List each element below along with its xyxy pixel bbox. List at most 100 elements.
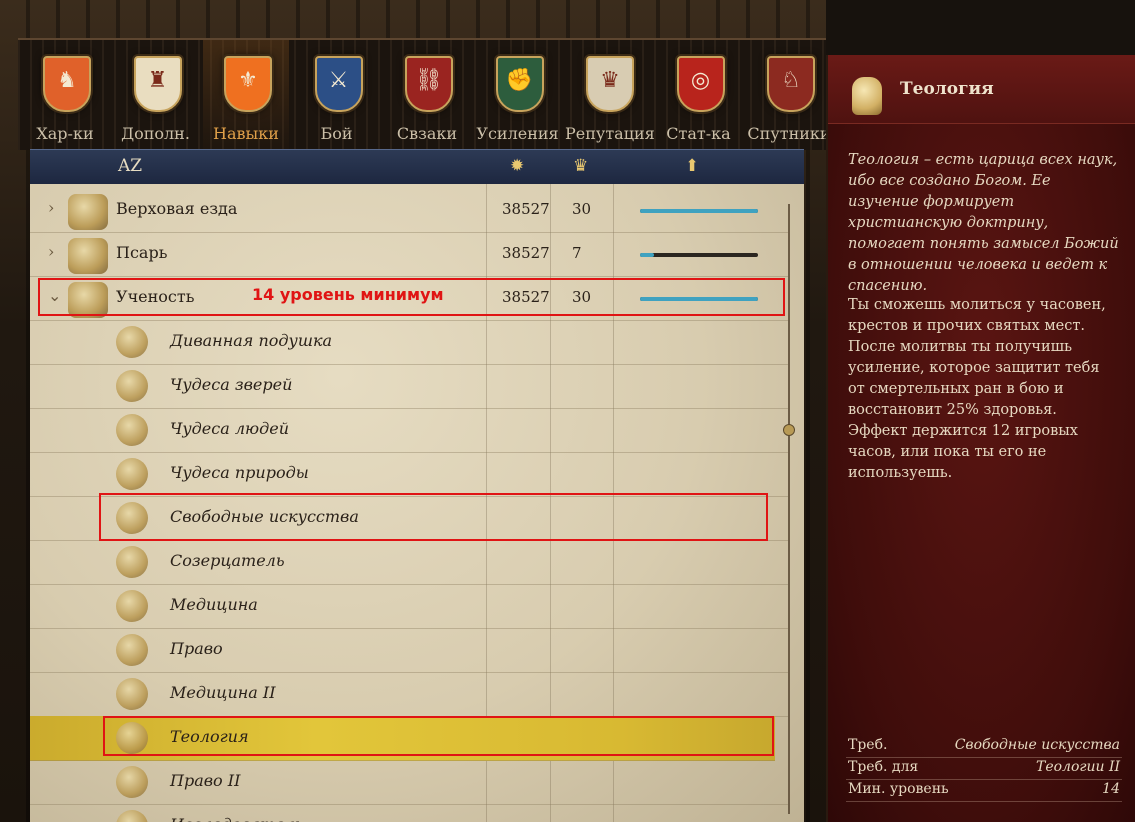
fist-crest-icon: ✊ (495, 56, 544, 112)
requirement-value: 14 (1102, 781, 1120, 797)
scrollbar-thumb[interactable] (783, 424, 795, 436)
perk-row[interactable]: Диванная подушка (30, 320, 790, 365)
crest-glyph: ⚔ (328, 68, 349, 93)
tab-label: Навыки (213, 124, 279, 143)
chevron-right-icon[interactable]: › (48, 242, 54, 261)
requirement-key: Мин. уровень (848, 781, 949, 797)
perk-icon (116, 590, 148, 622)
chevron-right-icon[interactable]: › (48, 198, 54, 217)
skill-name: Верховая езда (116, 199, 238, 218)
requirement-value: Свободные искусства (954, 737, 1120, 753)
skill-xp: 38527 (502, 244, 550, 262)
tab-5[interactable]: ✊ Усиления (475, 40, 561, 150)
perk-icon (116, 766, 148, 798)
tab-label: Бой (320, 124, 353, 143)
skill-level: 7 (572, 244, 582, 262)
skill-progress-bar (640, 253, 758, 257)
target-crest-icon: ◎ (676, 56, 725, 112)
perk-row[interactable]: Право II (30, 760, 790, 805)
chain-crest-icon: ⛓ (405, 56, 453, 112)
tab-label: Дополн. (121, 124, 190, 143)
warrior-crest-icon: ♜ (133, 56, 182, 112)
tab-8[interactable]: ♘ Спутники (746, 40, 832, 150)
sun-icon[interactable]: ✹ (510, 156, 524, 176)
tab-label: Спутники (747, 124, 831, 143)
perk-row[interactable]: Созерцатель (30, 540, 790, 585)
crest-glyph: ⛓ (415, 68, 443, 93)
perk-row[interactable]: Медицина (30, 584, 790, 629)
tab-3[interactable]: ⚔ Бой (294, 40, 380, 150)
perk-name: Чудеса зверей (170, 375, 293, 394)
perk-name: Созерцатель (170, 551, 285, 570)
perk-info-panel: Теология Теология – есть царица всех нау… (826, 55, 1135, 822)
perk-name: Исследователь (170, 815, 304, 822)
requirement-key: Треб. для (848, 759, 919, 775)
requirement-row: Треб. Свободные искусства (846, 735, 1122, 758)
requirement-row: Мин. уровень 14 (846, 779, 1122, 802)
crest-glyph: ♜ (147, 68, 168, 93)
crown-icon[interactable]: ♛ (573, 156, 588, 176)
skill-icon (68, 238, 108, 274)
tab-4[interactable]: ⛓ Свзаки (384, 40, 470, 150)
crest-glyph: ♛ (600, 68, 620, 93)
skill-row[interactable]: › Псарь 38527 7 (30, 232, 790, 277)
skill-icon (68, 194, 108, 230)
tab-label: Усиления (476, 124, 559, 143)
tab-2[interactable]: ⚜ Навыки (203, 40, 289, 150)
perk-row[interactable]: Право (30, 628, 790, 673)
perk-row[interactable]: Чудеса людей (30, 408, 790, 453)
tab-0[interactable]: ♞ Хар-ки (22, 40, 108, 150)
info-header: Теология (828, 55, 1135, 124)
perk-name: Чудеса людей (170, 419, 290, 438)
perk-name: Диванная подушка (170, 331, 333, 350)
crest-glyph: ⚜ (238, 68, 258, 93)
perk-row[interactable]: Медицина II (30, 672, 790, 717)
tab-label: Репутация (565, 124, 655, 143)
arrow-up-icon[interactable]: ⬆ (685, 156, 699, 176)
requirement-value: Теологии II (1035, 759, 1120, 775)
skill-progress-bar (640, 209, 758, 213)
perk-icon (116, 678, 148, 710)
tab-label: Хар-ки (36, 124, 94, 143)
perk-row[interactable]: Исследователь (30, 804, 790, 822)
skill-xp: 38527 (502, 200, 550, 218)
requirement-row: Треб. для Теологии II (846, 757, 1122, 780)
perk-name: Чудеса природы (170, 463, 309, 482)
tab-7[interactable]: ◎ Стат-ка (656, 40, 742, 150)
perk-row[interactable]: Чудеса природы (30, 452, 790, 497)
crest-glyph: ✊ (505, 68, 534, 93)
skill-progress-fill (640, 209, 758, 213)
tab-1[interactable]: ♜ Дополн. (113, 40, 199, 150)
perk-icon (116, 810, 148, 822)
crest-glyph: ♘ (781, 68, 801, 93)
crest-glyph: ◎ (690, 68, 711, 93)
tab-6[interactable]: ♛ Репутация (565, 40, 655, 150)
perk-title: Теология (900, 79, 994, 99)
perk-icon (116, 546, 148, 578)
sword-crest-icon: ⚔ (314, 56, 363, 112)
annotation-min-level: 14 уровень минимум (252, 285, 444, 304)
skill-list-header: AZ ✹ ♛ ⬆ (30, 149, 804, 185)
skill-list: › Верховая езда 38527 30 › Псарь 38527 7 ⌄ Ученос… (30, 184, 804, 822)
skill-name: Псарь (116, 243, 168, 262)
perk-name: Право II (170, 771, 241, 790)
perk-icon (116, 326, 148, 358)
perk-icon (116, 414, 148, 446)
skill-level: 30 (572, 200, 592, 218)
sort-az-button[interactable]: AZ (118, 156, 142, 176)
perk-row[interactable]: Чудеса зверей (30, 364, 790, 409)
tab-label: Свзаки (396, 124, 458, 143)
perk-flavor-text: Теология – есть царица всех наук, ибо вс… (848, 152, 1119, 294)
category-tab-bar: ♞ Хар-ки ♜ Дополн. ⚜ Навыки ⚔ Бой ⛓ Свзаки ✊ Усилен… (18, 38, 831, 150)
crest-glyph: ♞ (57, 68, 77, 93)
skill-row[interactable]: › Верховая езда 38527 30 (30, 188, 790, 233)
dog-crest-icon: ♘ (767, 56, 815, 112)
crown-crest-icon: ♛ (586, 56, 634, 112)
tab-label: Стат-ка (666, 124, 731, 143)
perk-name: Право (170, 639, 223, 658)
scrollbar-track[interactable] (788, 204, 790, 814)
sort-label: AZ (118, 156, 143, 176)
rider-crest-icon: ♞ (43, 56, 91, 112)
requirement-key: Треб. (848, 737, 888, 753)
perk-icon (116, 370, 148, 402)
